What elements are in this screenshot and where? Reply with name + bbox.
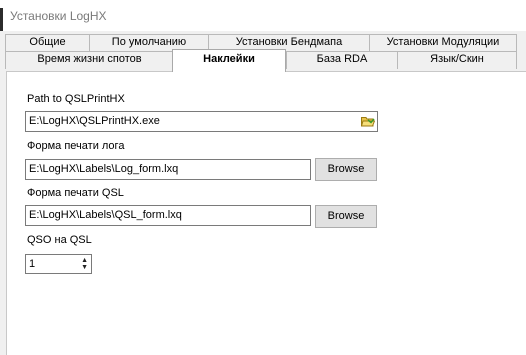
tab-spot-lifetime[interactable]: Время жизни спотов — [5, 51, 174, 69]
qsl-form-path-value: E:\LogHX\Labels\QSL_form.lxq — [29, 209, 182, 221]
qsl-form-label: Форма печати QSL — [27, 187, 124, 199]
qsl-form-browse-button[interactable]: Browse — [315, 205, 377, 228]
tab-labels[interactable]: Наклейки — [172, 49, 286, 72]
tab-modulation-settings[interactable]: Установки Модуляции — [369, 34, 517, 51]
qso-per-qsl-value: 1 — [29, 258, 36, 270]
window-title: Установки LogHX — [10, 9, 107, 23]
qso-per-qsl-spinner[interactable]: 1 ▲ ▼ — [25, 254, 92, 274]
qslprint-path-value: E:\LogHX\QSLPrintHX.exe — [29, 115, 160, 127]
log-form-path-field[interactable]: E:\LogHX\Labels\Log_form.lxq — [25, 159, 311, 180]
folder-open-icon[interactable] — [361, 116, 375, 127]
spin-up-icon[interactable]: ▲ — [81, 257, 88, 264]
tab-strip: Общие По умолчанию Установки Бендмапа Ус… — [0, 31, 526, 72]
tab-language-skin[interactable]: Язык/Скин — [397, 51, 517, 69]
title-bar: Установки LogHX — [0, 0, 526, 36]
tab-rda-base[interactable]: База RDA — [286, 51, 398, 69]
qso-per-qsl-label: QSO на QSL — [27, 234, 92, 246]
log-form-path-value: E:\LogHX\Labels\Log_form.lxq — [29, 163, 179, 175]
qsl-form-path-field[interactable]: E:\LogHX\Labels\QSL_form.lxq — [25, 205, 311, 226]
qslprint-path-label: Path to QSLPrintHX — [27, 93, 125, 105]
spinner-buttons[interactable]: ▲ ▼ — [75, 255, 91, 273]
tab-general[interactable]: Общие — [5, 34, 90, 51]
log-form-browse-button[interactable]: Browse — [315, 158, 377, 181]
spin-down-icon[interactable]: ▼ — [81, 264, 88, 271]
log-form-label: Форма печати лога — [27, 140, 125, 152]
qslprint-path-field[interactable]: E:\LogHX\QSLPrintHX.exe — [25, 111, 378, 132]
